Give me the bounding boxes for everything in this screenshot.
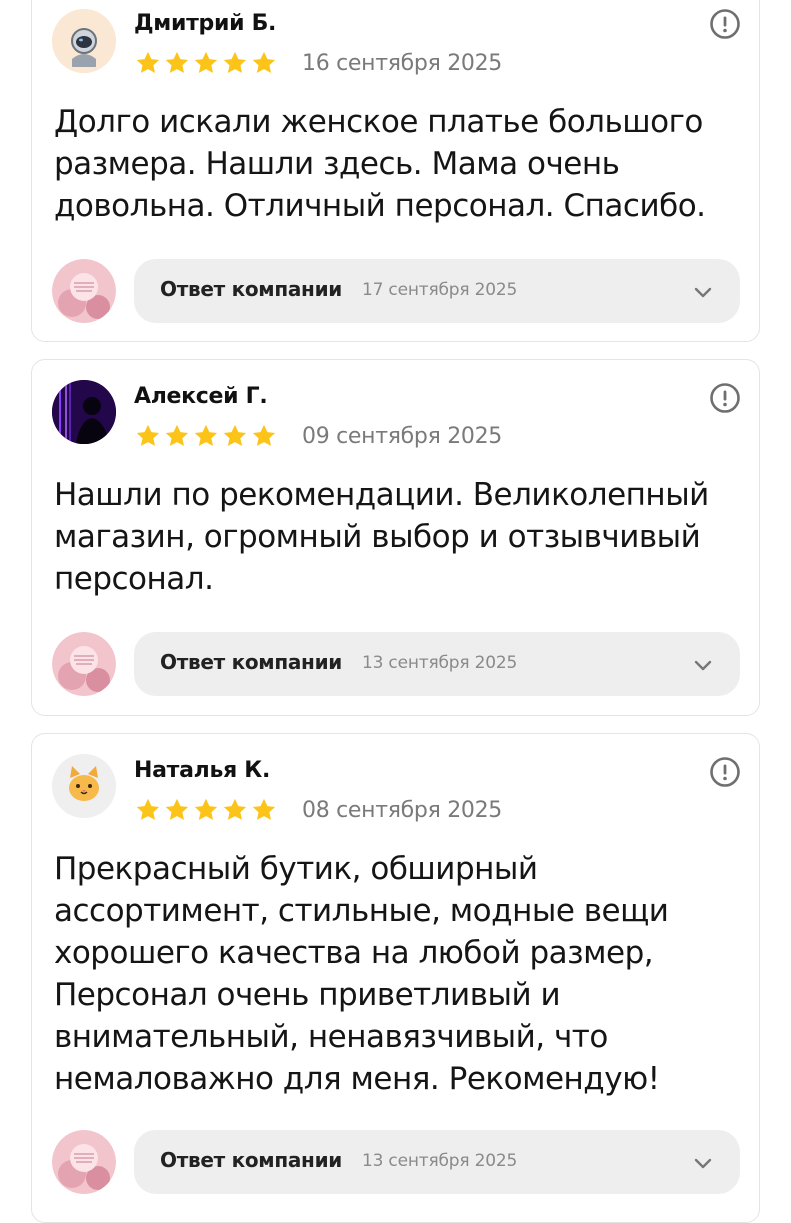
silhouette-photo-icon [52,380,116,444]
review-card: Наталья К. 08 сентября 2025 Прекрасный б… [31,733,760,1223]
exclamation-circle-icon[interactable] [709,382,741,414]
review-text: Долго искали женское платье большого раз… [54,104,706,224]
star-icon [223,51,247,73]
star-icon [136,798,160,820]
chevron-down-icon [694,660,712,671]
rating-stars [134,796,278,824]
reply-label: Ответ компании [160,650,342,674]
star-icon [252,798,276,820]
avatar[interactable] [52,380,116,444]
company-reply-toggle[interactable]: Ответ компании 17 сентября 2025 [134,259,740,323]
avatar[interactable] [52,754,116,818]
star-icon [223,798,247,820]
star-icon [252,51,276,73]
reply-date: 13 сентября 2025 [362,1151,518,1171]
review-date: 16 сентября 2025 [302,51,502,76]
star-icon [252,424,276,446]
author-name[interactable]: Алексей Г. [134,384,268,409]
reply-date: 13 сентября 2025 [362,653,518,673]
reply-label: Ответ компании [160,277,342,301]
review-card: Дмитрий Б. 16 сентября 2025 Долго искали… [31,0,760,342]
exclamation-circle-icon[interactable] [709,756,741,788]
star-icon [194,51,218,73]
review-date: 08 сентября 2025 [302,798,502,823]
author-name[interactable]: Дмитрий Б. [134,11,276,36]
company-reply-toggle[interactable]: Ответ компании 13 сентября 2025 [134,632,740,696]
company-logo-icon [52,632,116,696]
star-icon [136,424,160,446]
star-icon [136,51,160,73]
avatar[interactable] [52,9,116,73]
review-text: Прекрасный бутик, обширный ассортимент, … [54,851,669,1097]
rating-stars [134,422,278,450]
review-date: 09 сентября 2025 [302,424,502,449]
chevron-down-icon [694,287,712,298]
rating-stars [134,49,278,77]
author-name[interactable]: Наталья К. [134,758,270,783]
company-reply-toggle[interactable]: Ответ компании 13 сентября 2025 [134,1130,740,1194]
reply-date: 17 сентября 2025 [362,280,518,300]
review-text: Нашли по рекомендации. Великолепный мага… [54,477,709,597]
reply-label: Ответ компании [160,1148,342,1172]
exclamation-circle-icon[interactable] [709,8,741,40]
cat-face-icon [52,754,116,818]
star-icon [194,798,218,820]
star-icon [165,424,189,446]
company-logo-icon [52,1130,116,1194]
star-icon [165,51,189,73]
star-icon [223,424,247,446]
review-card: Алексей Г. 09 сентября 2025 Нашли по рек… [31,359,760,716]
chevron-down-icon [694,1158,712,1169]
star-icon [165,798,189,820]
star-icon [194,424,218,446]
astronaut-icon [52,9,116,73]
company-logo-icon [52,259,116,323]
